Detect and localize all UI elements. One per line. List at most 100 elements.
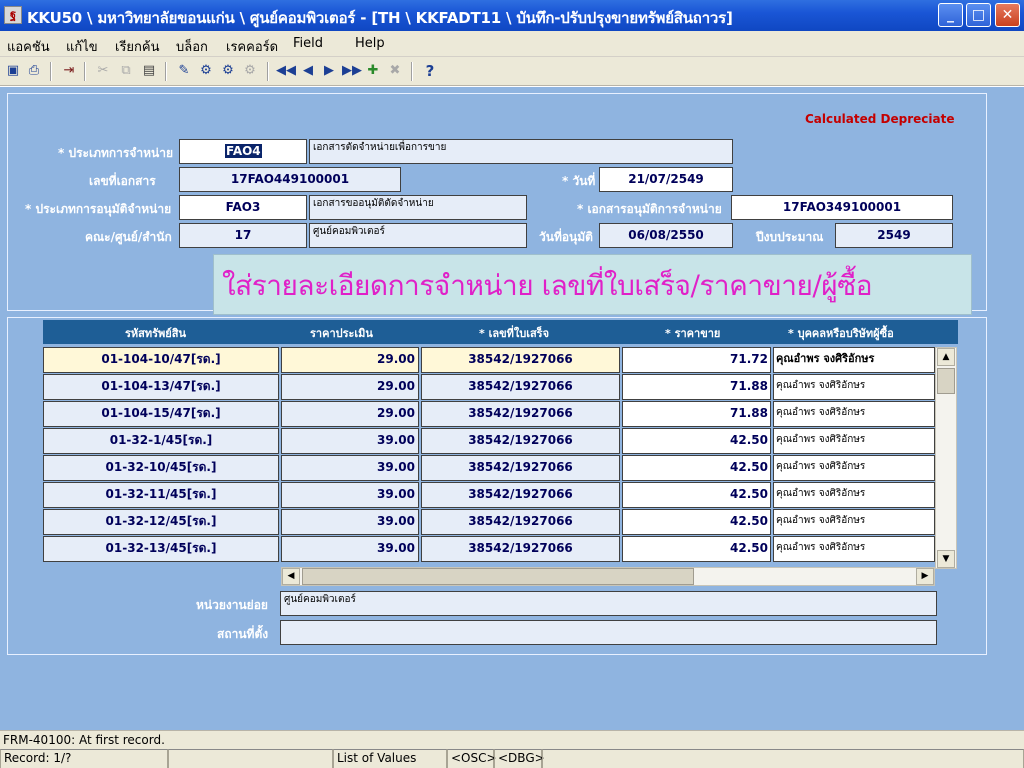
table-row[interactable]: 01-104-10/47[รด.] 29.00 38542/1927066 71…	[43, 347, 935, 374]
scroll-up-icon[interactable]: ▲	[937, 348, 955, 366]
close-button[interactable]: ✕	[995, 3, 1020, 27]
cancel-query-icon[interactable]: ⚙	[219, 62, 237, 80]
asset-code-cell[interactable]: 01-32-12/45[รด.]	[43, 509, 279, 535]
asset-code-cell[interactable]: 01-104-15/47[รด.]	[43, 401, 279, 427]
delete-record-icon[interactable]: ✖	[386, 62, 404, 80]
first-record-icon[interactable]: ◀◀	[276, 62, 296, 80]
next-record-icon[interactable]: ▶	[320, 62, 338, 80]
menu-edit[interactable]: แก้ไข	[66, 36, 98, 57]
sale-price-cell[interactable]: 42.50	[622, 482, 771, 508]
menu-field[interactable]: Field	[293, 36, 323, 51]
last-record-icon[interactable]: ▶▶	[342, 62, 362, 80]
budget-year-field[interactable]: 2549	[835, 223, 953, 248]
asset-code-cell[interactable]: 01-104-13/47[รด.]	[43, 374, 279, 400]
receipt-no-cell[interactable]: 38542/1927066	[421, 374, 620, 400]
sub-unit-field[interactable]: ศูนย์คอมพิวเตอร์	[280, 591, 937, 616]
cut-icon[interactable]: ✂	[94, 62, 112, 80]
vertical-scrollbar[interactable]: ▲ ▼	[935, 347, 957, 569]
table-row[interactable]: 01-32-10/45[รด.] 39.00 38542/1927066 42.…	[43, 455, 935, 482]
count-query-icon[interactable]: ⚙	[241, 62, 259, 80]
faculty-label: คณะ/ศูนย์/สำนัก	[85, 230, 172, 244]
approve-date-field[interactable]: 06/08/2550	[599, 223, 733, 248]
sale-price-cell[interactable]: 42.50	[622, 509, 771, 535]
location-field[interactable]	[280, 620, 937, 645]
asset-code-cell[interactable]: 01-32-11/45[รด.]	[43, 482, 279, 508]
buyer-cell[interactable]: คุณอำพร จงศิริอักษร	[773, 401, 935, 427]
appraised-price-cell[interactable]: 39.00	[281, 428, 419, 454]
sale-price-cell[interactable]: 71.88	[622, 374, 771, 400]
menu-record[interactable]: เรคคอร์ด	[226, 36, 278, 57]
print-preview-icon[interactable]: ⎙	[25, 62, 43, 80]
asset-code-cell[interactable]: 01-104-10/47[รด.]	[43, 347, 279, 373]
scroll-right-icon[interactable]: ▶	[916, 568, 934, 585]
scroll-down-icon[interactable]: ▼	[937, 550, 955, 568]
disposal-type-code-field[interactable]: FAO4	[179, 139, 307, 164]
appraised-price-cell[interactable]: 29.00	[281, 401, 419, 427]
table-row[interactable]: 01-32-13/45[รด.] 39.00 38542/1927066 42.…	[43, 536, 935, 563]
buyer-cell[interactable]: คุณอำพร จงศิริอักษร	[773, 374, 935, 400]
receipt-no-cell[interactable]: 38542/1927066	[421, 482, 620, 508]
insert-record-icon[interactable]: ✚	[364, 62, 382, 80]
menu-query[interactable]: เรียกค้น	[115, 36, 160, 57]
col-sale-price: * ราคาขาย	[665, 327, 721, 340]
menu-help[interactable]: Help	[355, 36, 385, 51]
approval-doc-field[interactable]: 17FAO349100001	[731, 195, 953, 220]
horizontal-scrollbar[interactable]: ◀ ▶	[281, 567, 935, 586]
appraised-price-cell[interactable]: 39.00	[281, 509, 419, 535]
enter-query-icon[interactable]: ✎	[175, 62, 193, 80]
table-row[interactable]: 01-104-15/47[รด.] 29.00 38542/1927066 71…	[43, 401, 935, 428]
execute-query-icon[interactable]: ⚙	[197, 62, 215, 80]
table-row[interactable]: 01-104-13/47[รด.] 29.00 38542/1927066 71…	[43, 374, 935, 401]
receipt-no-cell[interactable]: 38542/1927066	[421, 428, 620, 454]
asset-code-cell[interactable]: 01-32-13/45[รด.]	[43, 536, 279, 562]
calculated-depreciate-label[interactable]: Calculated Depreciate	[805, 112, 954, 126]
disposal-type-desc-field[interactable]: เอกสารตัดจำหน่ายเพื่อการขาย	[309, 139, 733, 164]
date-field[interactable]: 21/07/2549	[599, 167, 733, 192]
receipt-no-cell[interactable]: 38542/1927066	[421, 536, 620, 562]
receipt-no-cell[interactable]: 38542/1927066	[421, 347, 620, 373]
buyer-cell[interactable]: คุณอำพร จงศิริอักษร	[773, 536, 935, 562]
asset-code-cell[interactable]: 01-32-1/45[รด.]	[43, 428, 279, 454]
receipt-no-cell[interactable]: 38542/1927066	[421, 455, 620, 481]
appraised-price-cell[interactable]: 39.00	[281, 455, 419, 481]
table-row[interactable]: 01-32-11/45[รด.] 39.00 38542/1927066 42.…	[43, 482, 935, 509]
minimize-button[interactable]: _	[938, 3, 963, 27]
maximize-button[interactable]: □	[966, 3, 991, 27]
table-row[interactable]: 01-32-12/45[รด.] 39.00 38542/1927066 42.…	[43, 509, 935, 536]
scroll-thumb[interactable]	[937, 368, 955, 394]
menu-action[interactable]: แอคชัน	[7, 36, 50, 57]
exit-icon[interactable]: ⇥	[60, 62, 78, 80]
save-icon[interactable]: ▣	[4, 62, 22, 80]
sale-price-cell[interactable]: 42.50	[622, 428, 771, 454]
menu-block[interactable]: บล็อก	[176, 36, 208, 57]
previous-record-icon[interactable]: ◀	[299, 62, 317, 80]
approve-date-label: วันที่อนุมัติ	[539, 230, 593, 244]
sale-price-cell[interactable]: 71.72	[622, 347, 771, 373]
asset-code-cell[interactable]: 01-32-10/45[รด.]	[43, 455, 279, 481]
approval-type-desc-field[interactable]: เอกสารขออนุมัติตัดจำหน่าย	[309, 195, 527, 220]
sale-price-cell[interactable]: 71.88	[622, 401, 771, 427]
buyer-cell[interactable]: คุณอำพร จงศิริอักษร	[773, 347, 935, 373]
appraised-price-cell[interactable]: 29.00	[281, 347, 419, 373]
copy-icon[interactable]: ⧉	[117, 62, 135, 80]
help-icon[interactable]: ?	[421, 62, 439, 80]
sale-price-cell[interactable]: 42.50	[622, 455, 771, 481]
scroll-left-icon[interactable]: ◀	[282, 568, 300, 585]
buyer-cell[interactable]: คุณอำพร จงศิริอักษร	[773, 428, 935, 454]
buyer-cell[interactable]: คุณอำพร จงศิริอักษร	[773, 482, 935, 508]
faculty-name-field[interactable]: ศูนย์คอมพิวเตอร์	[309, 223, 527, 248]
buyer-cell[interactable]: คุณอำพร จงศิริอักษร	[773, 509, 935, 535]
paste-icon[interactable]: ▤	[140, 62, 158, 80]
appraised-price-cell[interactable]: 39.00	[281, 536, 419, 562]
approval-type-code-field[interactable]: FAO3	[179, 195, 307, 220]
buyer-cell[interactable]: คุณอำพร จงศิริอักษร	[773, 455, 935, 481]
appraised-price-cell[interactable]: 29.00	[281, 374, 419, 400]
faculty-code-field[interactable]: 17	[179, 223, 307, 248]
doc-no-field[interactable]: 17FAO449100001	[179, 167, 401, 192]
sale-price-cell[interactable]: 42.50	[622, 536, 771, 562]
table-row[interactable]: 01-32-1/45[รด.] 39.00 38542/1927066 42.5…	[43, 428, 935, 455]
receipt-no-cell[interactable]: 38542/1927066	[421, 509, 620, 535]
horizontal-scroll-thumb[interactable]	[302, 568, 694, 585]
appraised-price-cell[interactable]: 39.00	[281, 482, 419, 508]
receipt-no-cell[interactable]: 38542/1927066	[421, 401, 620, 427]
